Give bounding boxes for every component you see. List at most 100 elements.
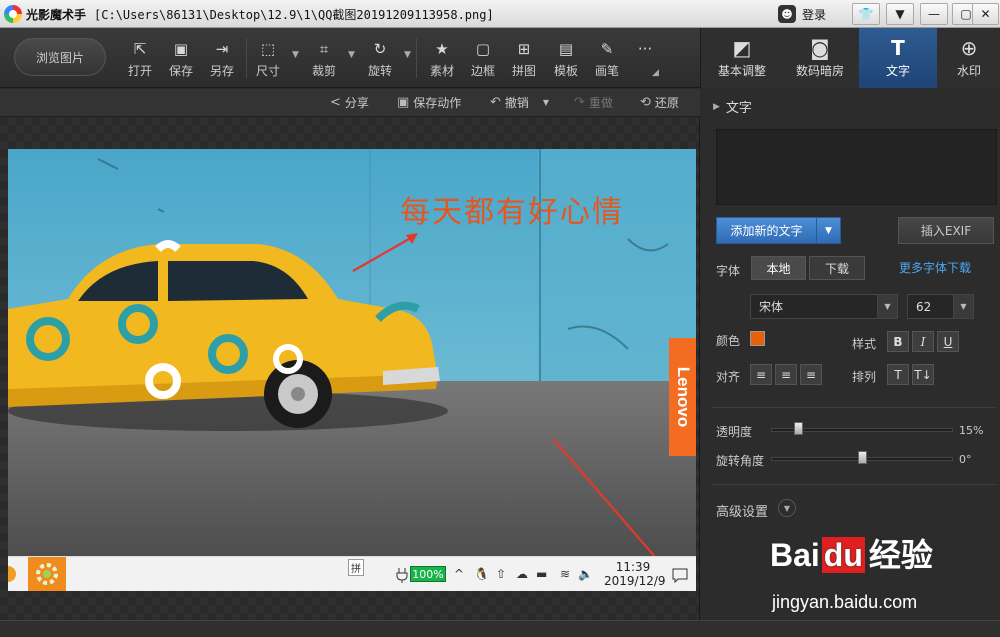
- save-action-icon: ▣: [397, 95, 410, 110]
- resize-button[interactable]: ⬚ 尺寸: [250, 36, 286, 82]
- vertical-text-icon[interactable]: T↓: [912, 364, 934, 385]
- taskbar-app-icon: [8, 566, 16, 582]
- browse-images-button[interactable]: 浏览图片: [14, 38, 106, 76]
- font-family-select[interactable]: 宋体 ▼: [750, 294, 898, 319]
- collage-label: 拼图: [511, 64, 536, 78]
- clock-time: 11:39: [615, 560, 651, 574]
- taskbar-clock: 11:39 2019/12/9: [604, 560, 666, 588]
- action-bar: < 分享 ▣ 保存动作 ↶ 撤销 ▼ ↷ 重做 ⟲ 还原: [0, 89, 700, 117]
- settings-gear-icon: [36, 563, 58, 585]
- rotate-button[interactable]: ↻ 旋转: [362, 36, 398, 82]
- advanced-settings-label[interactable]: 高级设置: [716, 501, 768, 520]
- share-button[interactable]: < 分享: [330, 94, 369, 111]
- taskbar-active-app-icon: [28, 557, 66, 591]
- minimize-button[interactable]: —: [920, 3, 948, 25]
- image-canvas[interactable]: 每天都有好心情 Lenovo 拼 100% ^ 🐧 ⇧ ☁ ▬ ≋ 🔈 11:3…: [0, 117, 700, 620]
- opacity-label: 透明度: [716, 425, 753, 439]
- basic-adjust-icon: ◩: [732, 36, 752, 60]
- redo-button[interactable]: ↷ 重做: [574, 94, 613, 111]
- font-download-tab[interactable]: 下载: [809, 256, 865, 280]
- template-button[interactable]: ▤ 模板: [548, 36, 584, 82]
- text-layer-list[interactable]: [716, 129, 997, 205]
- panel-divider: [711, 484, 996, 485]
- rotate-dropdown-icon[interactable]: ▼: [404, 50, 411, 60]
- close-button[interactable]: ✕: [972, 3, 999, 25]
- opacity-value: 15%: [959, 424, 984, 437]
- save-action-button[interactable]: ▣ 保存动作: [397, 94, 461, 111]
- insert-exif-button[interactable]: 插入EXIF: [898, 217, 994, 244]
- overlay-caption-text[interactable]: 每天都有好心情: [400, 187, 624, 231]
- right-tab-bar: ◩ 基本调整 ◙ 数码暗房 T 文字 ⊕ 水印: [700, 28, 1000, 88]
- ime-indicator: 拼: [348, 559, 364, 576]
- power-plug-icon: [396, 568, 408, 583]
- photo-preview[interactable]: 每天都有好心情 Lenovo 拼 100% ^ 🐧 ⇧ ☁ ▬ ≋ 🔈 11:3…: [8, 149, 696, 591]
- text-section-header[interactable]: ▶ 文字: [713, 97, 752, 116]
- color-label: 颜色: [716, 334, 741, 348]
- horizontal-text-icon[interactable]: T: [887, 364, 909, 385]
- save-as-label: 另存: [209, 64, 234, 78]
- save-button[interactable]: ▣ 保存: [163, 36, 199, 82]
- lenovo-brand-tag: Lenovo: [669, 338, 696, 456]
- chevron-up-icon: ^: [454, 567, 465, 581]
- border-button[interactable]: ▢ 边框: [465, 36, 501, 82]
- align-left-icon[interactable]: ≡: [750, 364, 772, 385]
- app-name: 光影魔术手: [26, 8, 87, 22]
- notification-icon: [672, 568, 688, 583]
- toolbar-divider: [416, 38, 417, 78]
- share-icon: <: [330, 95, 341, 110]
- restore-button[interactable]: ⟲ 还原: [640, 94, 679, 111]
- restore-icon: ⟲: [640, 95, 651, 110]
- tab-basic-adjust[interactable]: ◩ 基本调整: [703, 28, 781, 88]
- italic-button[interactable]: I: [912, 331, 934, 352]
- underline-button[interactable]: U: [937, 331, 959, 352]
- text-color-swatch[interactable]: [750, 331, 765, 346]
- resize-dropdown-icon[interactable]: ▼: [292, 50, 299, 60]
- font-size-select[interactable]: 62 ▼: [907, 294, 974, 319]
- embedded-taskbar: 拼 100% ^ 🐧 ⇧ ☁ ▬ ≋ 🔈 11:39 2019/12/9: [8, 556, 696, 591]
- undo-button[interactable]: ↶ 撤销 ▼: [490, 94, 549, 111]
- lenovo-label: Lenovo: [673, 366, 693, 428]
- material-button[interactable]: ★ 素材: [424, 36, 460, 82]
- chevron-down-icon[interactable]: ▼: [778, 499, 796, 517]
- opacity-slider-thumb[interactable]: [794, 422, 804, 435]
- tab-text[interactable]: T 文字: [859, 28, 937, 88]
- brush-button[interactable]: ✎ 画笔: [589, 36, 625, 82]
- undo-label: 撤销: [504, 96, 529, 110]
- qq-penguin-icon: 🐧: [474, 567, 489, 581]
- crop-button[interactable]: ⌗ 裁剪: [306, 36, 342, 82]
- collage-button[interactable]: ⊞ 拼图: [506, 36, 542, 82]
- open-button[interactable]: ⇱ 打开: [122, 36, 158, 82]
- save-icon: ▣: [173, 40, 189, 58]
- title-bar: 光影魔术手 [C:\Users\86131\Desktop\12.9\1\QQ截图…: [0, 0, 1000, 28]
- add-text-button[interactable]: 添加新的文字 ▼: [716, 217, 841, 244]
- resize-label: 尺寸: [255, 64, 280, 78]
- collapse-caret-icon: ▶: [713, 101, 720, 112]
- bold-button[interactable]: B: [887, 331, 909, 352]
- save-as-button[interactable]: ⇥ 另存: [204, 36, 240, 82]
- undo-dropdown-icon[interactable]: ▼: [543, 98, 549, 107]
- add-text-dropdown-icon[interactable]: ▼: [816, 218, 840, 243]
- text-icon: T: [891, 36, 905, 60]
- align-center-icon[interactable]: ≡: [775, 364, 797, 385]
- save-action-label: 保存动作: [413, 96, 462, 110]
- menu-icon[interactable]: ▼: [886, 3, 914, 25]
- font-label: 字体: [716, 264, 741, 278]
- more-fonts-link[interactable]: 更多字体下载: [899, 259, 971, 276]
- align-right-icon[interactable]: ≡: [800, 364, 822, 385]
- skin-icon[interactable]: 👕: [852, 3, 880, 25]
- template-label: 模板: [553, 64, 578, 78]
- toolbar-expand-icon[interactable]: ◢: [652, 68, 659, 78]
- share-label: 分享: [344, 96, 369, 110]
- crop-label: 裁剪: [311, 64, 336, 78]
- crop-icon: ⌗: [319, 40, 329, 58]
- tab-darkroom[interactable]: ◙ 数码暗房: [781, 28, 859, 88]
- collage-icon: ⊞: [517, 40, 531, 58]
- tab-label: 文字: [885, 64, 910, 78]
- rotation-slider-thumb[interactable]: [858, 451, 867, 464]
- status-bar: [0, 620, 1000, 637]
- resize-icon: ⬚: [260, 40, 276, 58]
- tab-watermark[interactable]: ⊕ 水印: [937, 28, 1000, 88]
- font-local-tab[interactable]: 本地: [751, 256, 806, 280]
- login-button[interactable]: ☻ 登录: [778, 4, 826, 24]
- crop-dropdown-icon[interactable]: ▼: [348, 50, 355, 60]
